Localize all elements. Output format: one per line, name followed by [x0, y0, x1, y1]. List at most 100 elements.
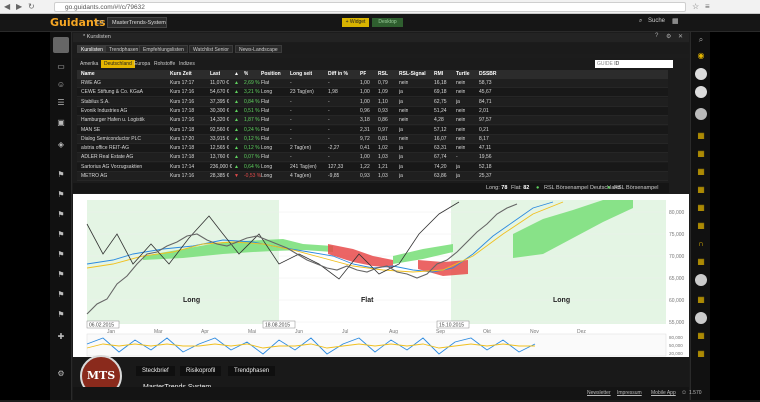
tab-watchlist-senior[interactable]: Watchlist Senior — [189, 45, 233, 53]
plus-icon[interactable]: ✚ — [55, 332, 67, 342]
table-row[interactable]: MAN SE Kurs 17:18 92,560 € ▲ 0,24 % Flat - - 2,3… — [77, 125, 668, 135]
subtab-indizes[interactable]: Indizes — [176, 60, 198, 68]
header-pct[interactable]: % — [244, 70, 248, 79]
add-widget-button[interactable]: + Widget — [342, 18, 369, 27]
search-input[interactable]: GUIDE ID — [595, 60, 673, 68]
bookmark-icon-3[interactable]: ⚑ — [55, 210, 67, 220]
briefcase-icon[interactable]: ▣ — [55, 118, 67, 128]
table-row[interactable]: Stabilus S.A. Kurs 17:16 37,395 € ▲ 0,84 % Fl… — [77, 97, 668, 107]
impressum-link[interactable]: Impressum — [617, 387, 642, 400]
table-row[interactable]: RWE AG Kurs 17:17 11,070 € ▲ 2,69 % Flat - - 1,0… — [77, 79, 668, 89]
subtab-rohstoffe[interactable]: Rohstoffe — [151, 60, 178, 68]
calendar-icon-9[interactable]: ▦ — [695, 330, 707, 342]
calendar-icon-5[interactable]: ▦ — [695, 202, 707, 214]
avatar-1[interactable] — [695, 68, 707, 80]
headset-icon[interactable]: ∩ — [695, 238, 707, 250]
header-long-since[interactable]: Long seit — [290, 70, 312, 79]
search-icon[interactable]: ⌕ — [639, 18, 642, 25]
cell-pf: 9,72 — [360, 135, 370, 142]
user-avatar[interactable] — [53, 37, 69, 53]
tab-risikoprofil[interactable]: Risikoprofil — [180, 366, 222, 376]
header-rmi[interactable]: RMI — [434, 70, 443, 79]
bookmark-icon-8[interactable]: ⚑ — [55, 310, 67, 320]
header-dssbr[interactable]: DSSBR — [479, 70, 497, 79]
tab-trendphasen-bottom[interactable]: Trendphasen — [228, 366, 276, 376]
bookmark-icon-2[interactable]: ⚑ — [55, 190, 67, 200]
close-icon[interactable]: ✕ — [678, 33, 683, 40]
monitor-icon[interactable]: ▭ — [96, 17, 104, 26]
calendar-icon-4[interactable]: ▦ — [695, 184, 707, 196]
avatar-3[interactable] — [695, 108, 707, 120]
help-icon[interactable]: ? — [655, 33, 658, 39]
reload-icon[interactable]: ↻ — [28, 2, 35, 11]
back-icon[interactable]: ◀ — [4, 2, 10, 11]
list-icon[interactable]: ☰ — [55, 98, 67, 108]
calendar-icon-8[interactable]: ▦ — [695, 294, 707, 306]
star-icon[interactable]: ☆ — [692, 2, 699, 11]
calendar-icon-10[interactable]: ▦ — [695, 348, 707, 360]
table-row[interactable]: Sartorius AG Vorzugsaktien Kurs 17:14 236,… — [77, 162, 668, 172]
header-rsl-signal[interactable]: RSL-Signal — [399, 70, 426, 79]
grid-icon[interactable]: ▦ — [672, 17, 679, 25]
header-turtle[interactable]: Turtle — [456, 70, 470, 79]
subtab-deutschland[interactable]: Deutschland — [101, 60, 135, 68]
header-arrow[interactable]: ▲ — [234, 70, 239, 79]
header-rsl[interactable]: RSL — [378, 70, 388, 79]
workspace-select[interactable]: MasterTrends-System — [107, 17, 167, 28]
mobile-app-link[interactable]: Mobile App — [651, 387, 676, 400]
desktop-icon[interactable]: ▭ — [55, 62, 67, 72]
cell-diff: -2,27 — [328, 145, 340, 152]
cell-arrow: ▼ — [234, 173, 239, 179]
table-row[interactable]: Hamburger Hafen u. Logistik Kurs 17:16 14,… — [77, 116, 668, 126]
tab-steckbrief[interactable]: Steckbrief — [136, 366, 175, 376]
calendar-icon-6[interactable]: ▦ — [695, 220, 707, 232]
subtab-amerika[interactable]: Amerika — [77, 60, 101, 68]
newsletter-link[interactable]: Newsletter — [587, 387, 611, 400]
header-time[interactable]: Kurs Zeit — [170, 70, 192, 79]
tab-trendphasen[interactable]: Trendphasen — [105, 45, 143, 53]
settings-icon[interactable]: ⚙ — [666, 33, 671, 40]
subtab-europa[interactable]: Europa — [131, 60, 153, 68]
address-bar[interactable]: go.guidants.com/#!/c/79632 — [54, 2, 686, 12]
tag-icon[interactable]: ◈ — [55, 140, 67, 150]
avatar-4[interactable] — [695, 274, 707, 286]
calendar-icon-3[interactable]: ▦ — [695, 166, 707, 178]
table-row[interactable]: Dialog Semiconductor PLC Kurs 17:20 33,915… — [77, 134, 668, 144]
gear-icon[interactable]: ⚙ — [55, 369, 67, 379]
table-row[interactable]: Evonik Industries AG Kurs 17:18 30,300 € ▲ 0… — [77, 106, 668, 116]
lightbulb-icon[interactable]: ◉ — [695, 50, 707, 62]
table-row[interactable]: METRO AG Kurs 17:16 28,385 € ▼ -0,53 % Long 4 … — [77, 172, 668, 182]
header-position[interactable]: Position — [261, 70, 281, 79]
search-label[interactable]: Suche — [648, 18, 665, 24]
header-last[interactable]: Last — [210, 70, 220, 79]
bookmark-icon-7[interactable]: ⚑ — [55, 290, 67, 300]
table-row[interactable]: alstria office REIT-AG Kurs 17:18 12,565 €… — [77, 144, 668, 154]
cell-last: 28,385 € — [210, 173, 230, 179]
header-pf[interactable]: PF — [360, 70, 366, 79]
bookmark-icon-6[interactable]: ⚑ — [55, 270, 67, 280]
desktop-button[interactable]: Desktop — [372, 18, 403, 27]
calendar-icon-7[interactable]: ▦ — [695, 256, 707, 268]
tab-empfehlungslisten[interactable]: Empfehlungslisten — [139, 45, 188, 53]
cell-arrow: ▲ — [234, 135, 239, 142]
calendar-icon-2[interactable]: ▦ — [695, 148, 707, 160]
cell-pct: 0,12 % — [244, 145, 260, 152]
forward-icon[interactable]: ▶ — [16, 2, 22, 11]
cell-name: Dialog Semiconductor PLC — [81, 135, 142, 142]
header-name[interactable]: Name — [81, 70, 95, 79]
bookmark-icon-5[interactable]: ⚑ — [55, 250, 67, 260]
header-diff[interactable]: Diff in % — [328, 70, 348, 79]
calendar-icon-1[interactable]: ▦ — [695, 130, 707, 142]
bookmark-icon-1[interactable]: ⚑ — [55, 170, 67, 180]
table-row[interactable]: ADLER Real Estate AG Kurs 17:18 13,760 € ▲ 0… — [77, 153, 668, 163]
tab-kurslisten[interactable]: Kurslisten — [77, 45, 107, 53]
table-row[interactable]: CEWE Stiftung & Co. KGaA Kurs 17:16 54,670… — [77, 88, 668, 98]
avatar-2[interactable] — [695, 86, 707, 98]
left-sidebar: ▭ ☺ ☰ ▣ ◈ ⚑ ⚑ ⚑ ⚑ ⚑ ⚑ ⚑ ⚑ ✚ ⚙ — [50, 32, 72, 400]
search-icon-right[interactable]: ⌕ — [695, 34, 707, 46]
tab-news-landscape[interactable]: News-Landscape — [235, 45, 282, 53]
user-icon[interactable]: ☺ — [55, 80, 67, 90]
bookmark-icon-4[interactable]: ⚑ — [55, 230, 67, 240]
menu-icon[interactable]: ≡ — [705, 2, 710, 11]
avatar-5[interactable] — [695, 312, 707, 324]
